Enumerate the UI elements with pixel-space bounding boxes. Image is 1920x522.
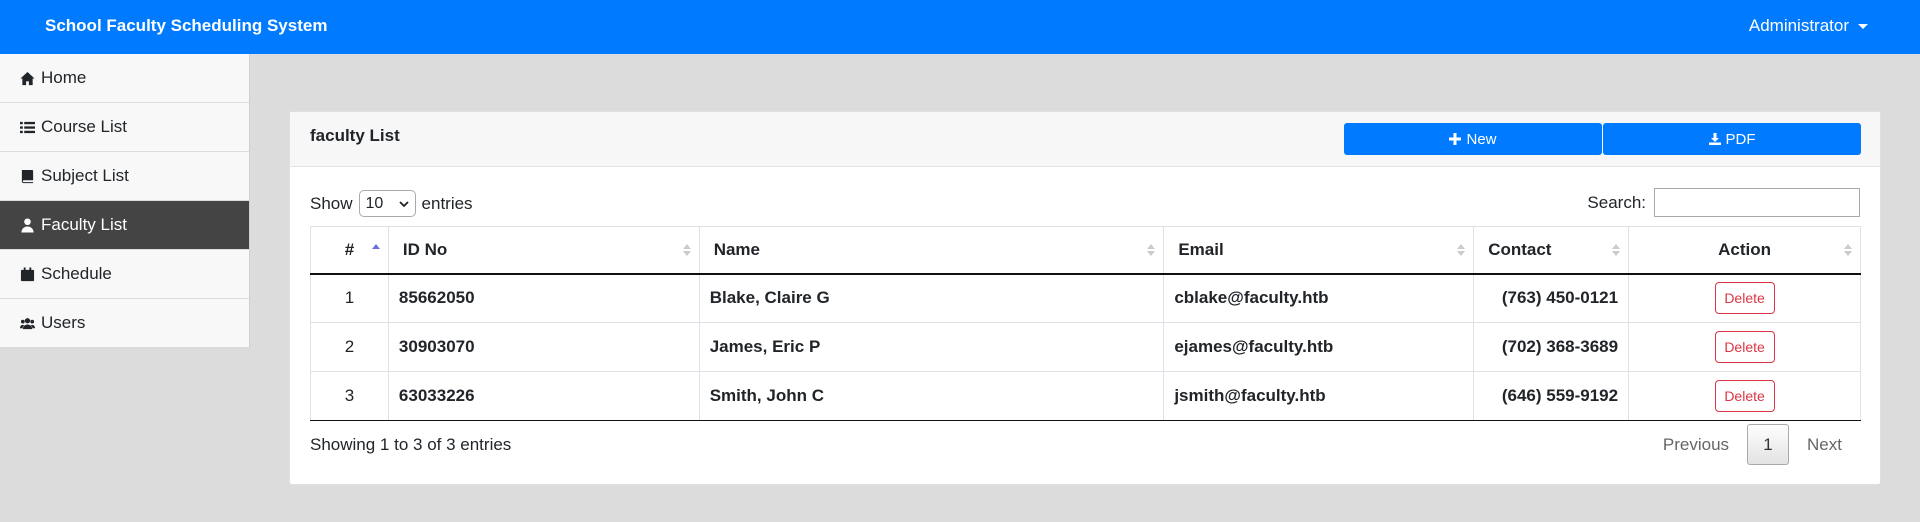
cell-number: 3 <box>310 371 389 421</box>
plus-icon <box>1449 133 1462 145</box>
sidebar-item-home[interactable]: Home <box>0 54 250 103</box>
new-button[interactable]: New <box>1344 123 1602 155</box>
sidebar-item-subject-list[interactable]: Subject List <box>0 152 250 201</box>
delete-button[interactable]: Delete <box>1714 282 1775 315</box>
cell-contact: (646) 559-9192 <box>1473 371 1630 421</box>
page-button-current[interactable]: 1 <box>1747 424 1790 465</box>
delete-button[interactable]: Delete <box>1714 380 1775 412</box>
faculty-table: # ID No Name Email Contact Action 1 8566… <box>310 226 1861 421</box>
cell-name: James, Eric P <box>698 322 1165 372</box>
pdf-button-label: PDF <box>1725 130 1756 148</box>
sidebar-item-label: Schedule <box>41 264 112 283</box>
page-length-select[interactable]: 10 <box>358 190 416 217</box>
cell-id-no: 63033226 <box>387 371 700 421</box>
caret-down-icon <box>1858 23 1868 29</box>
previous-page-button[interactable]: Previous <box>1645 424 1747 465</box>
cell-action: Delete <box>1628 322 1861 372</box>
page-length-control: Show 10 entries <box>310 190 473 217</box>
column-header-number[interactable]: # <box>310 226 389 275</box>
sort-icon <box>1612 244 1621 256</box>
table-row: 2 30903070 James, Eric P ejames@faculty.… <box>310 322 1861 372</box>
sidebar-item-label: Home <box>41 68 87 87</box>
cell-action: Delete <box>1628 273 1861 323</box>
table-header-row: # ID No Name Email Contact Action <box>310 226 1861 275</box>
page-length-value: 10 <box>365 194 384 212</box>
pdf-button[interactable]: PDF <box>1603 123 1861 155</box>
top-navbar: School Faculty Scheduling System Adminis… <box>0 0 1920 54</box>
sidebar-item-label: Subject List <box>41 166 129 185</box>
card-header: faculty List New PDF <box>290 112 1880 167</box>
show-label: Show <box>310 193 353 213</box>
next-page-button[interactable]: Next <box>1789 424 1860 465</box>
column-header-name[interactable]: Name <box>698 226 1165 275</box>
cell-name: Smith, John C <box>698 371 1165 421</box>
sidebar-item-faculty-list[interactable]: Faculty List <box>0 201 250 250</box>
search-control: Search: <box>1587 188 1860 217</box>
sidebar-item-course-list[interactable]: Course List <box>0 103 250 152</box>
cell-id-no: 85662050 <box>387 273 700 323</box>
sidebar-item-users[interactable]: Users <box>0 299 250 348</box>
search-input[interactable] <box>1654 188 1860 217</box>
sidebar-item-label: Faculty List <box>41 215 127 234</box>
user-menu[interactable]: Administrator <box>1749 16 1868 36</box>
column-header-contact[interactable]: Contact <box>1473 226 1630 275</box>
user-menu-label: Administrator <box>1748 16 1849 35</box>
sort-icon <box>1147 244 1156 256</box>
faculty-list-card: faculty List New PDF Show 10 entries Sea… <box>289 111 1881 485</box>
sidebar: Home Course List Subject List Faculty Li… <box>0 54 250 348</box>
app-title[interactable]: School Faculty Scheduling System <box>45 16 327 36</box>
cell-number: 2 <box>310 322 389 372</box>
sort-icon <box>682 244 691 256</box>
new-button-label: New <box>1466 130 1497 148</box>
chevron-down-icon <box>398 200 409 207</box>
sort-asc-icon <box>371 244 380 249</box>
users-icon <box>20 317 35 329</box>
cell-contact: (763) 450-0121 <box>1473 273 1630 323</box>
table-info: Showing 1 to 3 of 3 entries <box>310 435 512 454</box>
cell-number: 1 <box>310 273 389 323</box>
cell-email: ejames@faculty.htb <box>1163 322 1475 372</box>
pagination: Previous 1 Next <box>1645 424 1860 465</box>
cell-contact: (702) 368-3689 <box>1473 322 1630 372</box>
cell-id-no: 30903070 <box>387 322 700 372</box>
entries-label: entries <box>421 193 473 213</box>
search-label: Search: <box>1587 192 1646 212</box>
cell-email: cblake@faculty.htb <box>1163 273 1475 323</box>
download-icon <box>1708 133 1721 145</box>
cell-name: Blake, Claire G <box>698 273 1165 323</box>
column-header-id-no[interactable]: ID No <box>387 226 700 275</box>
sort-icon <box>1457 244 1466 256</box>
sidebar-item-label: Course List <box>41 117 127 136</box>
sidebar-item-schedule[interactable]: Schedule <box>0 250 250 299</box>
sidebar-item-label: Users <box>41 313 86 332</box>
cell-action: Delete <box>1628 371 1861 421</box>
column-header-email[interactable]: Email <box>1163 226 1475 275</box>
book-icon <box>21 169 34 183</box>
table-row: 1 85662050 Blake, Claire G cblake@facult… <box>310 273 1861 323</box>
column-header-action[interactable]: Action <box>1628 226 1861 275</box>
cell-email: jsmith@faculty.htb <box>1163 371 1475 421</box>
table-row: 3 63033226 Smith, John C jsmith@faculty.… <box>310 371 1861 421</box>
calendar-icon <box>20 266 35 281</box>
card-title: faculty List <box>310 126 400 145</box>
delete-button[interactable]: Delete <box>1714 331 1775 363</box>
list-icon <box>20 121 35 133</box>
sort-icon <box>1844 244 1852 256</box>
user-tie-icon <box>21 217 34 233</box>
home-icon <box>20 71 35 85</box>
